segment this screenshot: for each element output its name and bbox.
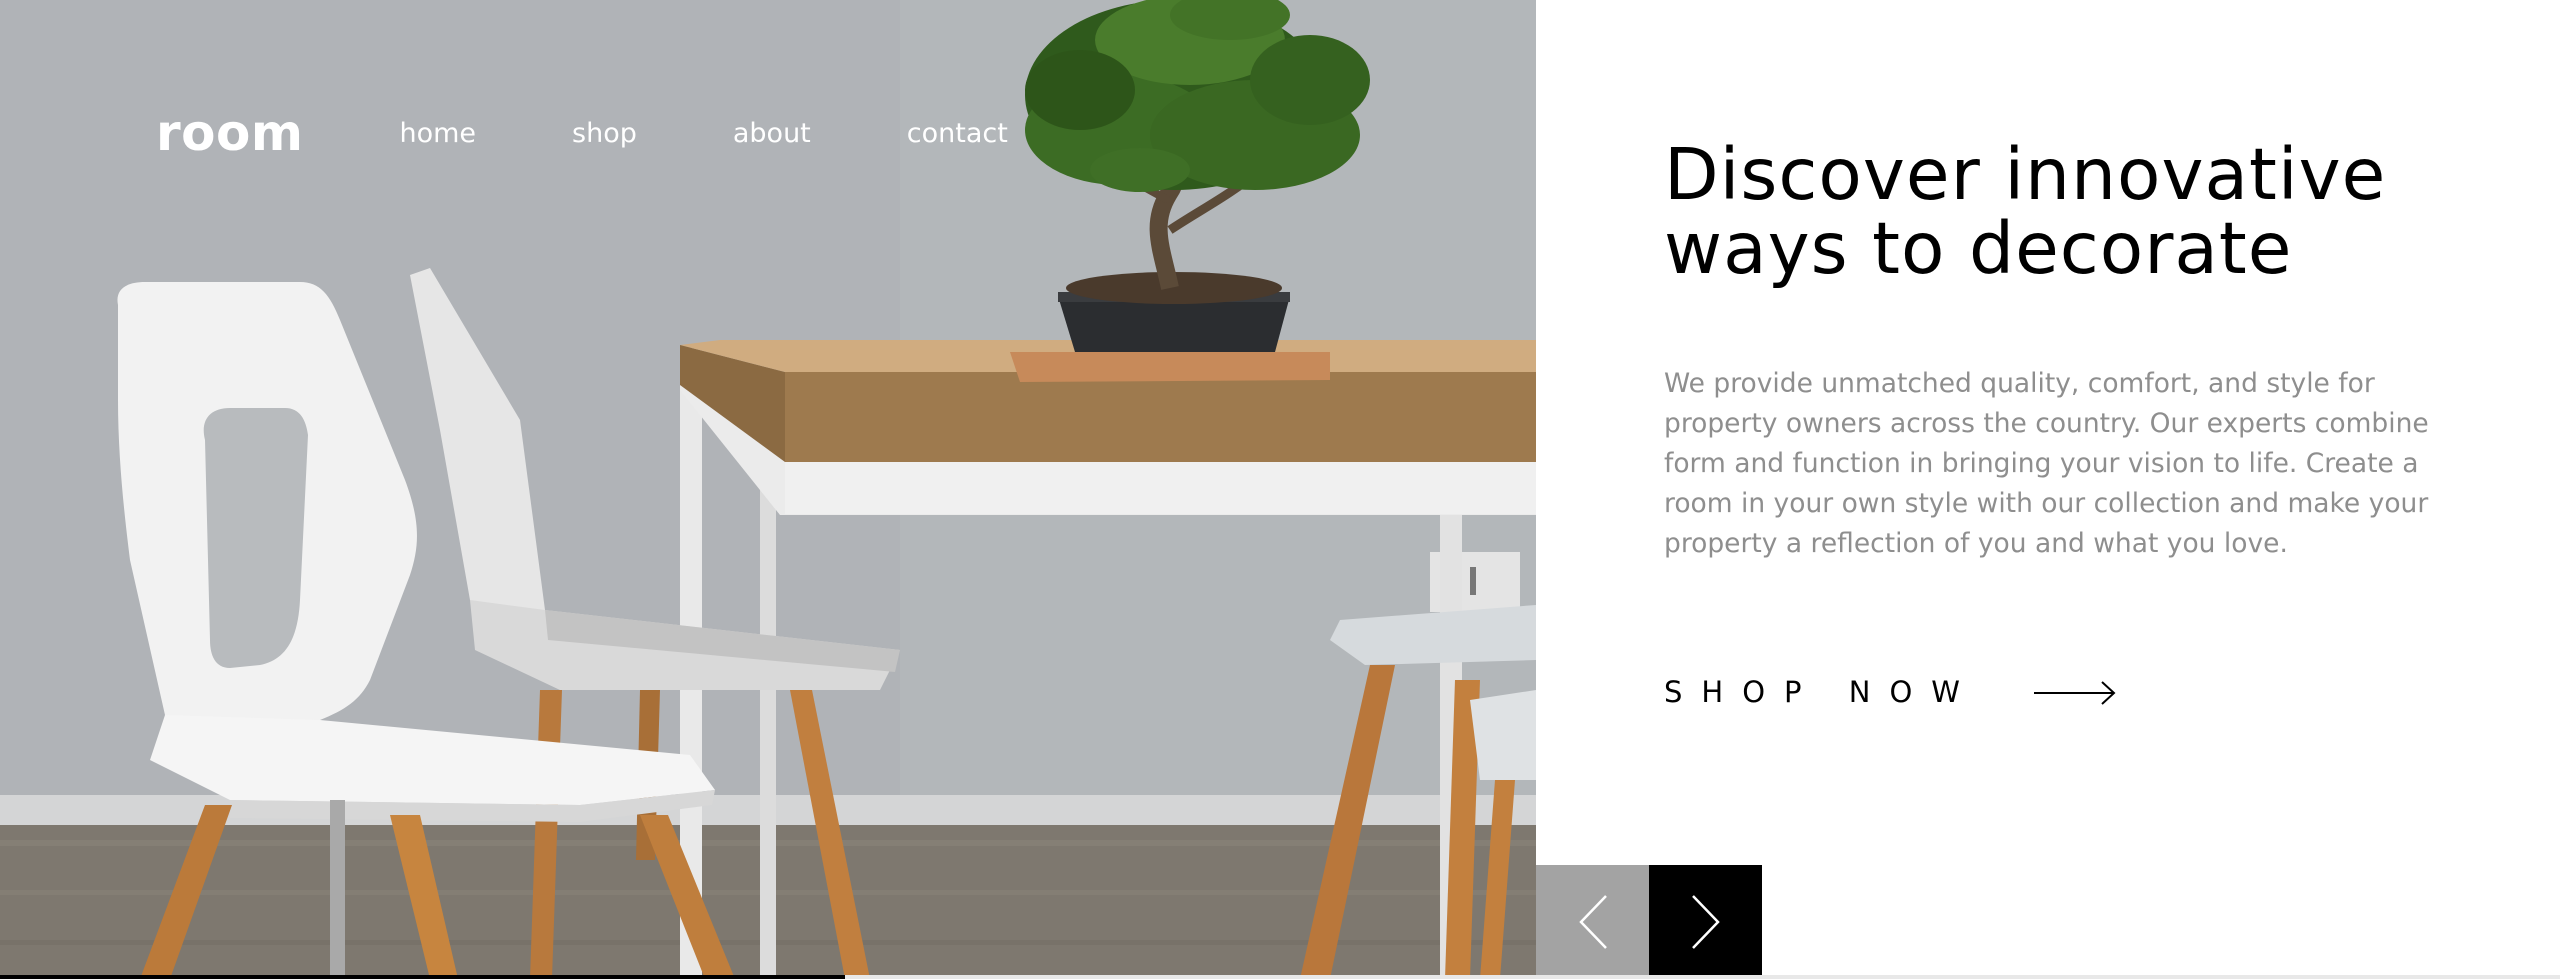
chevron-left-icon (1578, 895, 1607, 949)
main-nav: room home shop about contact (156, 98, 1008, 168)
nav-link-contact[interactable]: contact (907, 120, 1008, 147)
hero-description: We provide unmatched quality, comfort, a… (1664, 368, 2429, 559)
logo[interactable]: room (156, 108, 303, 158)
shop-now-button[interactable]: SHOP NOW (1664, 678, 2116, 707)
headline-line-2: ways to decorate (1664, 207, 2293, 290)
shop-now-label: SHOP NOW (1664, 675, 1979, 709)
arrow-right-icon (2034, 680, 2116, 705)
slide-progress-fill (0, 975, 845, 979)
nav-link-home[interactable]: home (399, 120, 476, 147)
hero-headline: Discover innovative ways to decorate (1664, 138, 2484, 286)
previous-slide-button[interactable] (1536, 865, 1649, 979)
headline-line-1: Discover innovative (1664, 133, 2387, 216)
slider-controls (1536, 865, 1762, 979)
slide-progress-track (0, 975, 2560, 979)
nav-link-about[interactable]: about (733, 120, 811, 147)
nav-link-shop[interactable]: shop (572, 120, 637, 147)
page: room home shop about contact Discover in… (0, 0, 2560, 979)
hero-content: Discover innovative ways to decorate We … (1536, 0, 2560, 979)
next-slide-button[interactable] (1649, 865, 1762, 979)
chevron-right-icon (1691, 895, 1720, 949)
hero-image: room home shop about contact (0, 0, 1536, 979)
